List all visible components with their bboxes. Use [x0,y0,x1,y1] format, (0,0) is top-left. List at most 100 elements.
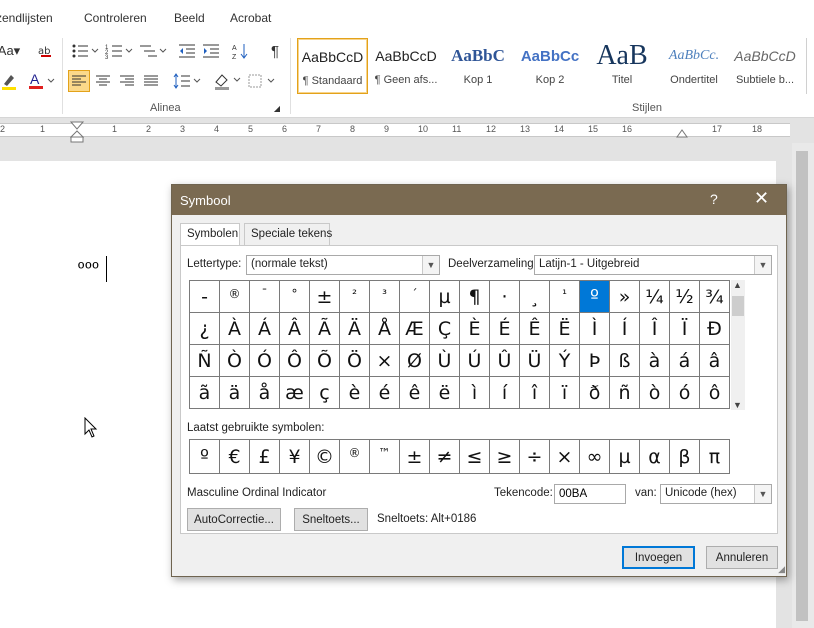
sort-icon[interactable]: AZ [230,40,252,62]
resize-grip-icon[interactable]: ◢ [778,564,785,575]
multilevel-list-icon[interactable] [138,40,168,62]
symbol-cell[interactable]: ´ [400,281,430,313]
increase-indent-icon[interactable] [200,40,222,62]
symbol-cell[interactable]: Ò [220,345,250,377]
symbol-cell[interactable]: ä [220,377,250,409]
symbol-cell[interactable]: Ú [460,345,490,377]
recent-symbol-cell[interactable]: © [310,440,340,474]
symbol-cell[interactable]: - [190,281,220,313]
style-title[interactable]: AaB Titel [586,38,658,94]
shortcut-key-button[interactable]: Sneltoets... [294,508,368,531]
style-subtle-emphasis[interactable]: AaBbCcD Subtiele b... [730,38,800,94]
symbol-cell[interactable]: Å [370,313,400,345]
bullets-icon[interactable] [70,40,100,62]
symbol-cell[interactable]: ¸ [520,281,550,313]
align-right-icon[interactable] [116,70,138,92]
show-formatting-marks-icon[interactable]: ¶ [264,40,286,62]
style-no-spacing[interactable]: AaBbCcD ¶ Geen afs... [370,38,442,94]
symbol-cell[interactable]: ¶ [460,281,490,313]
recent-symbol-cell[interactable]: µ [610,440,640,474]
symbol-cell[interactable]: Ý [550,345,580,377]
symbol-cell[interactable]: ð [580,377,610,409]
symbol-cell[interactable]: Ö [340,345,370,377]
font-select[interactable]: (normale tekst) ▼ [246,255,440,275]
chevron-down-icon[interactable]: ▼ [754,256,771,274]
subset-select[interactable]: Latijn-1 - Uitgebreid ▼ [534,255,772,275]
recent-symbol-cell[interactable]: ™ [370,440,400,474]
symbol-cell[interactable]: À [220,313,250,345]
symbol-cell[interactable]: Ù [430,345,460,377]
symbol-cell[interactable]: È [460,313,490,345]
symbol-cell[interactable]: ¹ [550,281,580,313]
symbol-cell[interactable]: ê [400,377,430,409]
insert-button[interactable]: Invoegen [622,546,695,569]
symbol-cell-selected[interactable]: º [580,281,610,313]
symbol-cell[interactable]: Þ [580,345,610,377]
symbol-cell[interactable]: Ñ [190,345,220,377]
chevron-down-icon[interactable]: ▼ [422,256,439,274]
decrease-indent-icon[interactable] [176,40,198,62]
recent-symbol-cell[interactable]: ≤ [460,440,490,474]
symbol-cell[interactable]: ¾ [700,281,730,313]
symbol-cell[interactable]: ô [700,377,730,409]
recent-symbol-cell[interactable]: £ [250,440,280,474]
recent-symbol-cell[interactable]: ± [400,440,430,474]
symbol-cell[interactable]: Ç [430,313,460,345]
symbol-cell[interactable]: Ø [400,345,430,377]
symbol-cell[interactable]: Ì [580,313,610,345]
symbol-cell[interactable]: ó [670,377,700,409]
symbol-cell[interactable]: á [670,345,700,377]
symbol-cell[interactable]: ã [190,377,220,409]
recent-symbol-cell[interactable]: π [700,440,730,474]
justify-icon[interactable] [140,70,162,92]
symbol-cell[interactable]: æ [280,377,310,409]
cancel-button[interactable]: Annuleren [706,546,778,569]
symbol-cell[interactable]: Ü [520,345,550,377]
autocorrect-button[interactable]: AutoCorrectie... [187,508,281,531]
tab-view[interactable]: Beeld [174,11,205,25]
symbol-cell[interactable]: â [700,345,730,377]
symbol-cell[interactable]: Ó [250,345,280,377]
symbol-cell[interactable]: Î [640,313,670,345]
symbol-cell[interactable]: ² [340,281,370,313]
symbol-cell[interactable]: ç [310,377,340,409]
tab-references[interactable]: zendlijsten [0,11,53,25]
symbol-cell[interactable]: ½ [670,281,700,313]
change-case-button[interactable]: Aa▾ [0,40,20,62]
symbol-cell[interactable]: ¯ [250,281,280,313]
symbol-cell[interactable]: × [370,345,400,377]
indent-marker-icon[interactable] [70,121,84,143]
symbol-cell[interactable]: Ê [520,313,550,345]
borders-icon[interactable] [246,70,276,92]
symbol-cell[interactable]: · [490,281,520,313]
symbol-cell[interactable]: é [370,377,400,409]
help-button[interactable]: ? [710,191,718,207]
symbol-cell[interactable]: Ï [670,313,700,345]
recent-symbol-cell[interactable]: º [190,440,220,474]
symbol-cell[interactable]: Ô [280,345,310,377]
recent-symbol-cell[interactable]: × [550,440,580,474]
symbol-cell[interactable]: Á [250,313,280,345]
tab-special-characters[interactable]: Speciale tekens [244,223,332,245]
tab-review[interactable]: Controleren [84,11,147,25]
symbol-cell[interactable]: Ã [310,313,340,345]
symbol-cell[interactable]: Û [490,345,520,377]
symbol-cell[interactable]: Â [280,313,310,345]
symbol-cell[interactable]: å [250,377,280,409]
symbol-cell[interactable]: î [520,377,550,409]
symbol-cell[interactable]: Æ [400,313,430,345]
symbol-cell[interactable]: ß [610,345,640,377]
close-button[interactable]: ✕ [754,188,769,209]
highlight-color-icon[interactable] [0,70,20,92]
symbol-cell[interactable]: à [640,345,670,377]
recent-symbol-cell[interactable]: ≠ [430,440,460,474]
style-normal[interactable]: AaBbCcD ¶ Standaard [297,38,368,94]
symbol-cell[interactable]: è [340,377,370,409]
symbol-cell[interactable]: í [490,377,520,409]
line-spacing-icon[interactable] [172,70,202,92]
symbol-cell[interactable]: ò [640,377,670,409]
scrollbar-thumb[interactable] [796,151,808,621]
recent-symbol-cell[interactable]: € [220,440,250,474]
character-code-input[interactable] [554,484,626,504]
symbol-cell[interactable]: ¿ [190,313,220,345]
